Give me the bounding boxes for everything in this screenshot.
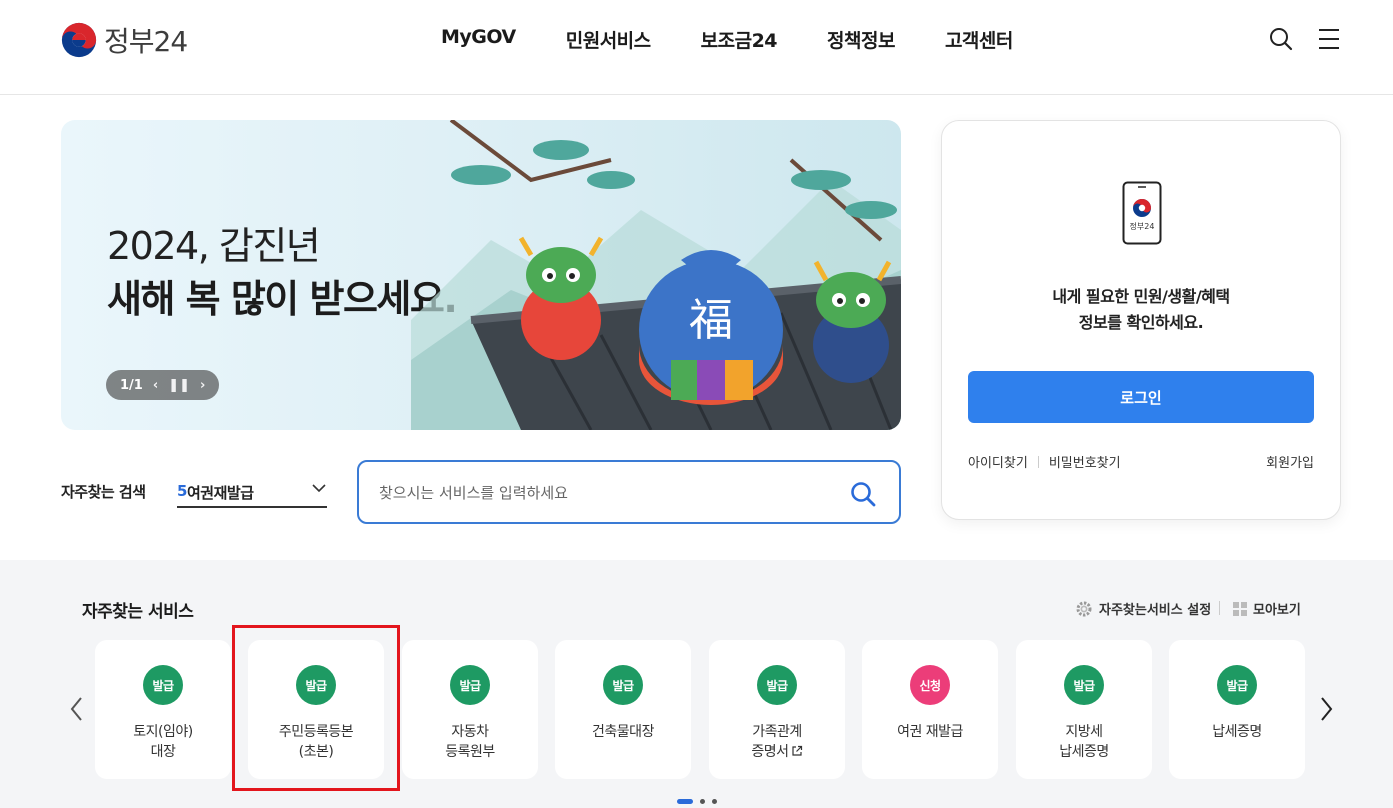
service-card-family-certificate[interactable]: 발급 가족관계 증명서 [709,640,845,779]
view-all-button[interactable]: 모아보기 [1233,599,1301,618]
service-card-label: 가족관계 [752,724,802,740]
favorite-services-section: 자주찾는 서비스 자주찾는서비스 설정 모아보기 발급 토지(임야) 대장 발급… [0,560,1393,808]
chevron-down-icon [312,484,326,493]
service-card-label: 납세증명 [1212,724,1262,740]
service-card-label: 토지(임야) [133,724,193,740]
banner-prev-button[interactable]: ‹ [153,378,158,393]
service-card-label: 대장 [150,744,176,760]
mobile-app-label: 정부24 [1130,221,1155,231]
nav-policy-info[interactable]: 정책정보 [827,26,895,53]
nav-customer-center[interactable]: 고객센터 [945,26,1013,53]
service-search-box [357,460,901,524]
banner-pager-control: 1/1 ‹ ❚❚ › [106,370,219,400]
favorite-settings-label: 자주찾는서비스 설정 [1099,603,1212,618]
service-card-label: (초본) [298,744,334,760]
login-message-line1: 내게 필요한 민원/생활/혜택 [1052,287,1230,306]
new-year-illustration: 福 [411,120,901,430]
service-card-label: 증명서 [709,741,845,761]
search-submit-icon[interactable] [849,480,877,508]
settings-divider [1219,601,1220,615]
search-icon[interactable] [1268,26,1294,52]
mobile-app-icon: 정부24 [1122,181,1162,245]
popular-search-rank: 5 [177,482,188,500]
login-help-links: 아이디찾기 비밀번호찾기 [968,452,1121,471]
banner-pager-count: 1/1 [120,377,143,393]
menu-icon[interactable] [1317,26,1343,52]
main-nav: MyGOV 민원서비스 보조금24 정책정보 고객센터 [441,26,1063,53]
apply-badge: 신청 [910,665,950,705]
bag-character: 福 [689,295,733,346]
favorite-services-title: 자주찾는 서비스 [82,602,194,622]
popular-search-keyword: 여권재발급 [187,484,254,502]
service-card-tax-certificate[interactable]: 발급 납세증명 [1169,640,1305,779]
issue-badge: 발급 [603,665,643,705]
signup-link[interactable]: 회원가입 [1266,452,1314,471]
site-header: 정부24 MyGOV 민원서비스 보조금24 정책정보 고객센터 [0,0,1393,95]
issue-badge: 발급 [296,665,336,705]
link-divider [1037,455,1039,468]
site-logo[interactable]: 정부24 [60,20,188,60]
hero-banner[interactable]: 2024, 갑진년 새해 복 많이 받으세요. 福 1/1 ‹ ❚❚ › [61,120,901,430]
issue-badge: 발급 [143,665,183,705]
service-card-label-text: 증명서 [751,744,789,760]
taegeuk-logo-icon [61,22,97,58]
banner-next-button[interactable]: › [200,378,205,393]
page-dot[interactable] [712,799,717,804]
issue-badge: 발급 [1217,665,1257,705]
service-card-building-register[interactable]: 발급 건축물대장 [555,640,691,779]
popular-search-label: 자주찾는 검색 [61,483,146,501]
service-card-local-tax-certificate[interactable]: 발급 지방세 납세증명 [1016,640,1152,779]
external-link-icon [791,745,802,756]
carousel-pagination [677,799,717,804]
service-card-land-register[interactable]: 발급 토지(임야) 대장 [95,640,231,779]
favorite-settings-button[interactable]: 자주찾는서비스 설정 [1075,599,1211,618]
nav-mygov[interactable]: MyGOV [441,26,516,53]
service-card-label: 자동차 [451,724,489,740]
grid-icon [1233,601,1247,616]
service-card-label: 주민등록등본 [278,724,354,740]
find-id-link[interactable]: 아이디찾기 [968,452,1028,471]
banner-pause-button[interactable]: ❚❚ [168,378,190,393]
issue-badge: 발급 [757,665,797,705]
nav-subsidy[interactable]: 보조금24 [701,26,778,53]
service-card-label: 등록원부 [445,744,495,760]
service-card-label: 여권 재발급 [897,724,963,740]
banner-title-line1: 2024, 갑진년 [107,224,321,268]
login-card: 정부24 내게 필요한 민원/생활/혜택 정보를 확인하세요. 로그인 아이디찾… [941,120,1341,520]
login-button[interactable]: 로그인 [968,371,1314,423]
issue-badge: 발급 [1064,665,1104,705]
chevron-left-icon[interactable] [67,695,87,723]
service-card-label: 지방세 [1065,724,1103,740]
find-password-link[interactable]: 비밀번호찾기 [1049,452,1121,471]
popular-search-dropdown[interactable]: 5 여권재발급 [177,472,327,508]
page-dot-active[interactable] [677,799,693,804]
service-card-label: 건축물대장 [592,724,654,740]
service-card-passport-reissue[interactable]: 신청 여권 재발급 [862,640,998,779]
chevron-right-icon[interactable] [1316,695,1336,723]
service-card-resident-registration[interactable]: 발급 주민등록등본 (초본) [248,640,384,779]
login-message-line2: 정보를 확인하세요. [1078,313,1204,332]
gear-icon [1076,601,1092,616]
banner-title-line2: 새해 복 많이 받으세요. [107,277,458,321]
page-dot[interactable] [700,799,705,804]
view-all-label: 모아보기 [1253,603,1301,618]
nav-civil-service[interactable]: 민원서비스 [566,26,651,53]
service-card-vehicle-register[interactable]: 발급 자동차 등록원부 [402,640,538,779]
service-card-label: 납세증명 [1059,744,1109,760]
service-search-input[interactable] [379,480,839,506]
logo-text: 정부24 [104,25,188,58]
issue-badge: 발급 [450,665,490,705]
